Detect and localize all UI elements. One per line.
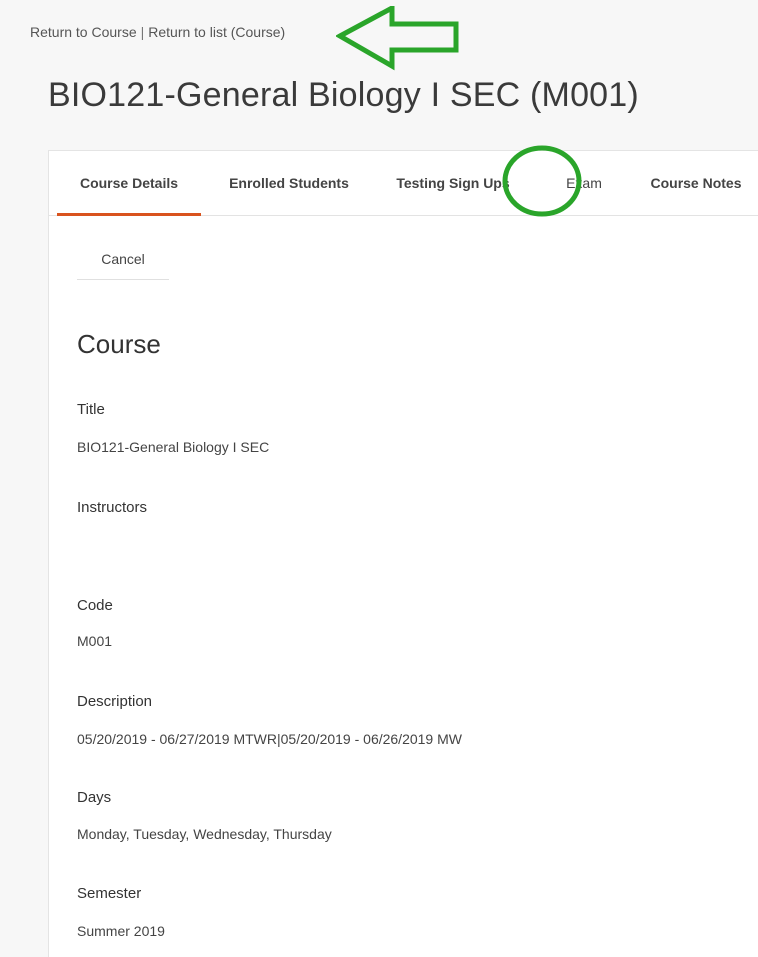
tab-course-notes[interactable]: Course Notes (633, 151, 758, 215)
arrow-left-icon (336, 6, 459, 71)
code-value: M001 (77, 633, 113, 649)
tab-bar: Course Details Enrolled Students Testing… (49, 151, 758, 216)
title-value: BIO121-General Biology I SEC (77, 439, 270, 455)
description-value: 05/20/2019 - 06/27/2019 MTWR|05/20/2019 … (77, 731, 462, 747)
description-label: Description (77, 693, 153, 710)
semester-value: Summer 2019 (77, 923, 165, 939)
return-to-course-link[interactable]: Return to Course (30, 24, 137, 40)
breadcrumb: Return to Course | Return to list (Course) (30, 24, 285, 40)
return-to-list-link[interactable]: Return to list (Course) (148, 24, 285, 40)
page: Return to Course | Return to list (Course)… (0, 0, 758, 957)
days-value: Monday, Tuesday, Wednesday, Thursday (77, 826, 332, 842)
page-title: BIO121-General Biology I SEC (M001) (48, 76, 639, 114)
course-details-card: Course Details Enrolled Students Testing… (48, 150, 758, 957)
breadcrumb-separator: | (140, 24, 145, 40)
cancel-button[interactable]: Cancel (77, 239, 169, 280)
instructors-label: Instructors (77, 499, 148, 516)
semester-label: Semester (77, 885, 142, 902)
days-label: Days (77, 789, 112, 806)
circle-highlight-icon (502, 145, 582, 217)
tab-course-details[interactable]: Course Details (57, 151, 201, 216)
tab-enrolled-students[interactable]: Enrolled Students (209, 151, 369, 215)
section-title: Course (77, 329, 161, 359)
title-label: Title (77, 401, 105, 418)
code-label: Code (77, 597, 113, 614)
